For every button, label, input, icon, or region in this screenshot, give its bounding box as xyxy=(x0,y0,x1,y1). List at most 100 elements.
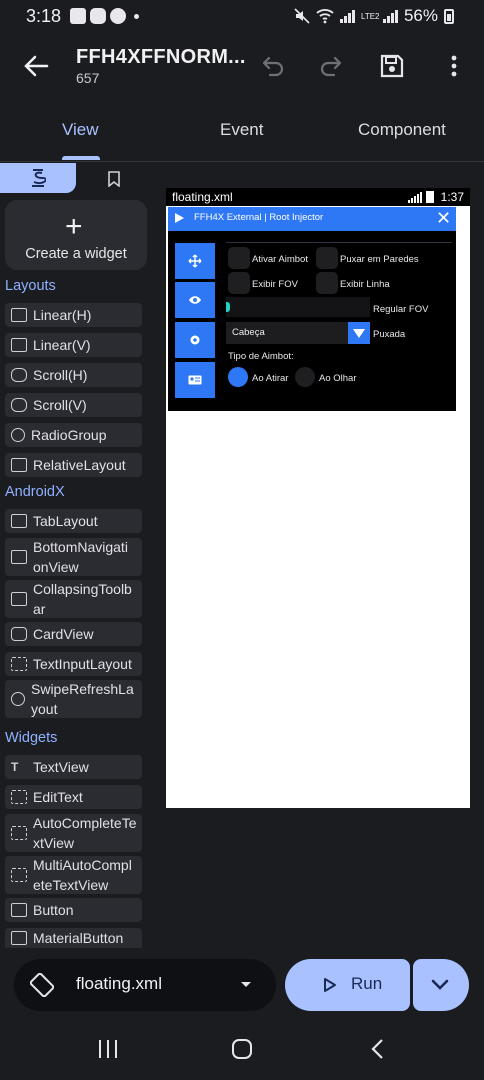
checkbox-exibir-fov[interactable] xyxy=(228,272,250,294)
run-bar: floating.xml Run xyxy=(0,948,484,1020)
widget-button[interactable]: Button xyxy=(5,898,142,922)
redo-icon[interactable] xyxy=(318,52,346,80)
button-icon xyxy=(11,903,27,917)
materialbutton-icon xyxy=(11,931,27,945)
gear-icon xyxy=(190,335,200,345)
target-select-value: Cabeça xyxy=(232,327,265,338)
widget-materialbutton[interactable]: MaterialButton xyxy=(5,928,142,948)
save-icon[interactable] xyxy=(378,52,406,80)
panel-title: FFH4X External | Root Injector xyxy=(194,212,324,223)
tab-view[interactable]: View xyxy=(62,120,99,140)
floating-panel[interactable]: FFH4X External | Root Injector ✕ Ativar … xyxy=(168,207,456,411)
multiautocomplete-icon xyxy=(11,868,27,882)
undo-icon[interactable] xyxy=(258,52,286,80)
move-icon xyxy=(188,254,202,268)
fov-slider[interactable] xyxy=(226,297,370,317)
radio-ao-atirar[interactable] xyxy=(228,367,248,387)
section-widgets: Widgets xyxy=(5,730,58,746)
preview-signal-icon xyxy=(408,192,422,203)
widget-linear-h[interactable]: Linear(H) xyxy=(5,303,142,327)
side-button-settings[interactable] xyxy=(175,322,215,358)
widget-relativelayout[interactable]: RelativeLayout xyxy=(5,453,142,477)
collapsingtoolbar-icon xyxy=(11,592,27,606)
textview-icon: T xyxy=(11,760,19,774)
linear-h-icon xyxy=(11,308,27,322)
edittext-icon xyxy=(11,790,27,804)
widget-bottomnavigationview[interactable]: BottomNavigati onView xyxy=(5,538,142,576)
file-selector[interactable]: floating.xml xyxy=(14,959,276,1011)
widget-radiogroup[interactable]: RadioGroup xyxy=(5,423,142,447)
checkbox-puxar-paredes[interactable] xyxy=(316,247,338,269)
recent-apps-icon[interactable] xyxy=(96,1038,120,1060)
run-options-button[interactable] xyxy=(413,959,469,1011)
widget-multiautocompletetextview[interactable]: MultiAutoCompl eteTextView xyxy=(5,856,142,894)
widget-edittext[interactable]: EditText xyxy=(5,785,142,809)
widget-textview[interactable]: T TextView xyxy=(5,755,142,779)
checkbox-ativar-aimbot[interactable] xyxy=(228,247,250,269)
label-tipo-aimbot: Tipo de Aimbot: xyxy=(228,351,294,362)
tab-component[interactable]: Component xyxy=(358,120,446,140)
side-button-profile[interactable] xyxy=(175,362,215,398)
label-ao-atirar: Ao Atirar xyxy=(252,373,289,384)
widget-tablayout[interactable]: TabLayout xyxy=(5,509,142,533)
widget-swiperefreshlayout[interactable]: SwipeRefreshLa yout xyxy=(5,680,142,718)
more-notifications-dot xyxy=(134,14,139,19)
side-button-visuals[interactable] xyxy=(175,282,215,318)
palette-tab[interactable] xyxy=(0,163,76,193)
active-tab-indicator xyxy=(62,156,100,160)
label-regular-fov: Regular FOV xyxy=(373,304,429,315)
dropdown-arrow-icon xyxy=(348,322,370,344)
system-nav-bar xyxy=(0,1020,484,1080)
panel-header[interactable]: FFH4X External | Root Injector ✕ xyxy=(168,207,456,231)
wifi-icon xyxy=(316,9,334,24)
widget-scroll-v[interactable]: Scroll(V) xyxy=(5,393,142,417)
fov-slider-thumb[interactable] xyxy=(226,302,230,312)
swiperefresh-icon xyxy=(11,692,25,706)
checkbox-exibir-linha[interactable] xyxy=(316,272,338,294)
screen-rotation-icon xyxy=(30,973,54,997)
app-notification-icon xyxy=(70,8,86,24)
radio-ao-olhar[interactable] xyxy=(295,367,315,387)
bookmark-tab[interactable] xyxy=(100,168,128,190)
design-canvas[interactable]: floating.xml 1:37 FFH4X External | Root … xyxy=(166,188,470,808)
app-bar: FFH4XFFNORM... 657 xyxy=(0,34,484,104)
notification-icons xyxy=(70,8,139,24)
editor-tabs: View Event Component xyxy=(0,108,484,162)
scroll-v-icon xyxy=(11,398,27,412)
signal-icon xyxy=(339,9,355,23)
project-title: FFH4XFFNORM... xyxy=(76,46,246,68)
play-run-icon xyxy=(324,978,336,992)
create-widget-button[interactable]: + Create a widget xyxy=(5,200,147,270)
project-id: 657 xyxy=(76,70,100,86)
overflow-menu-icon[interactable] xyxy=(440,52,468,80)
status-right-icons: LTE2 56% xyxy=(294,6,454,26)
relativelayout-icon xyxy=(11,458,27,472)
palette-icon xyxy=(32,169,46,187)
plus-icon: + xyxy=(65,210,83,243)
textinputlayout-icon xyxy=(11,657,27,671)
chevron-down-icon xyxy=(241,982,251,987)
panel-divider xyxy=(226,242,452,243)
facebook-icon xyxy=(110,8,126,24)
widget-autocompletetextview[interactable]: AutoCompleteTe xtView xyxy=(5,814,142,852)
close-icon[interactable]: ✕ xyxy=(436,208,451,228)
widget-textinputlayout[interactable]: TextInputLayout xyxy=(5,652,142,676)
back-arrow-icon[interactable] xyxy=(22,52,50,80)
widget-cardview[interactable]: CardView xyxy=(5,622,142,646)
run-button[interactable]: Run xyxy=(285,959,410,1011)
create-widget-label: Create a widget xyxy=(25,246,127,262)
cardview-icon xyxy=(11,627,27,641)
id-card-icon xyxy=(188,375,202,385)
home-icon[interactable] xyxy=(230,1037,254,1061)
linear-v-icon xyxy=(11,338,27,352)
status-time: 3:18 xyxy=(26,6,62,26)
tab-event[interactable]: Event xyxy=(220,120,263,140)
widget-scroll-h[interactable]: Scroll(H) xyxy=(5,363,142,387)
preview-time: 1:37 xyxy=(440,190,464,204)
widget-linear-v[interactable]: Linear(V) xyxy=(5,333,142,357)
back-nav-icon[interactable] xyxy=(368,1037,388,1061)
widget-collapsingtoolbar[interactable]: CollapsingToolb ar xyxy=(5,580,142,618)
target-select[interactable]: Cabeça xyxy=(226,322,370,344)
preview-file-name: floating.xml xyxy=(172,190,233,204)
side-button-move[interactable] xyxy=(175,243,215,279)
